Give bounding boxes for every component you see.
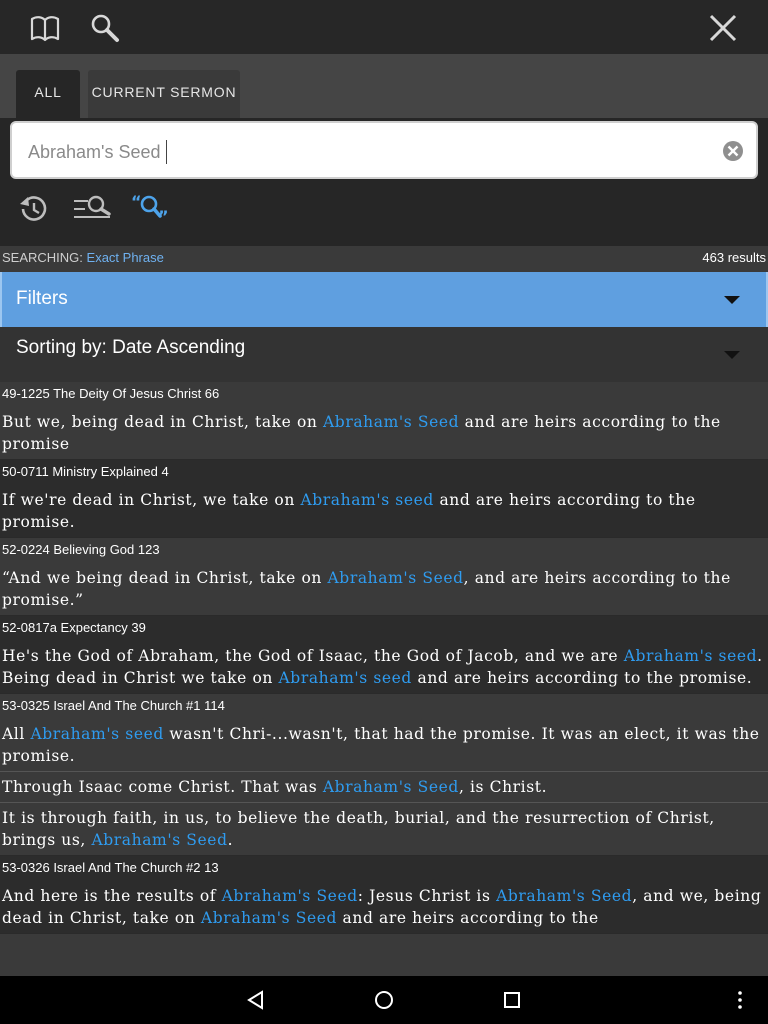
paragraph-text: and are heirs according to the promise.: [411, 669, 753, 687]
text-cursor: [166, 140, 167, 164]
paragraph-text: .: [227, 831, 234, 849]
search-highlight: Abraham's Seed: [323, 413, 460, 431]
search-panel: “ ”: [0, 118, 768, 246]
paragraph-text: and are heirs according to the: [337, 909, 599, 927]
result-paragraph: All Abraham's seed wasn't Chri-...wasn't…: [0, 717, 768, 771]
paragraph-text: He's the God of Abraham, the God of Isaa…: [2, 647, 624, 665]
tab-current-sermon[interactable]: CURRENT SERMON: [88, 70, 240, 118]
filters-label: Filters: [16, 288, 68, 309]
search-icon[interactable]: [89, 12, 121, 44]
overflow-menu-icon[interactable]: [729, 989, 751, 1011]
result-reference: 52-0224 Believing God 123: [2, 542, 160, 557]
search-mode-link[interactable]: Exact Phrase: [87, 250, 164, 265]
result-item[interactable]: 52-0817a Expectancy 39 He's the God of Ab…: [0, 616, 768, 694]
result-reference: 52-0817a Expectancy 39: [2, 620, 146, 635]
paragraph-text: All: [2, 725, 31, 743]
search-highlight: Abraham's Seed: [327, 569, 464, 587]
search-highlight: Abraham's Seed: [496, 887, 633, 905]
searching-status: SEARCHING: Exact Phrase: [2, 246, 164, 270]
search-options-icon[interactable]: [72, 192, 112, 226]
result-reference: 53-0326 Israel And The Church #2 13: [2, 860, 219, 875]
sorting-label: Sorting by: Date Ascending: [16, 337, 246, 358]
tab-all[interactable]: ALL: [16, 70, 80, 118]
search-highlight: Abraham's seed: [278, 669, 412, 687]
filters-dropdown[interactable]: Filters: [0, 272, 768, 327]
result-item[interactable]: 53-0325 Israel And The Church #1 114 All …: [0, 694, 768, 856]
result-item[interactable]: 53-0326 Israel And The Church #2 13 And h…: [0, 856, 768, 934]
results-list: 49-1225 The Deity Of Jesus Christ 66 But …: [0, 382, 768, 976]
result-paragraph: He's the God of Abraham, the God of Isaa…: [0, 639, 768, 693]
home-icon[interactable]: [373, 989, 395, 1011]
result-reference: 53-0325 Israel And The Church #1 114: [2, 698, 225, 713]
searching-label: SEARCHING:: [2, 250, 83, 265]
result-paragraph: And here is the results of Abraham's See…: [0, 879, 768, 933]
search-highlight: Abraham's seed: [623, 647, 758, 665]
results-count: 463 results: [702, 250, 766, 265]
chevron-down-icon: [724, 351, 740, 359]
back-icon[interactable]: [245, 989, 267, 1011]
result-paragraph: “And we being dead in Christ, take on Ab…: [0, 561, 768, 615]
system-nav-bar: [0, 976, 768, 1024]
search-highlight: Abraham's Seed: [91, 831, 228, 849]
paragraph-text: If we're dead in Christ, we take on: [2, 491, 301, 509]
paragraph-text: , is Christ.: [458, 778, 548, 796]
search-box: [10, 121, 758, 179]
chevron-down-icon: [724, 296, 740, 304]
paragraph-text: But we, being dead in Christ, take on: [2, 413, 324, 431]
result-item[interactable]: 49-1225 The Deity Of Jesus Christ 66 But …: [0, 382, 768, 460]
sorting-dropdown[interactable]: Sorting by: Date Ascending: [0, 327, 768, 382]
result-paragraph: If we're dead in Christ, we take on Abra…: [0, 483, 768, 537]
result-reference: 49-1225 The Deity Of Jesus Christ 66: [2, 386, 220, 401]
recents-icon[interactable]: [501, 989, 523, 1011]
tab-bar: ALL CURRENT SERMON: [0, 54, 768, 118]
search-highlight: Abraham's Seed: [221, 887, 358, 905]
paragraph-text: : Jesus Christ is: [357, 887, 497, 905]
search-highlight: Abraham's Seed: [322, 778, 459, 796]
search-highlight: Abraham's seed: [30, 725, 164, 743]
search-highlight: Abraham's seed: [300, 491, 434, 509]
result-reference: 50-0711 Ministry Explained 4: [2, 464, 169, 479]
paragraph-text: Through Isaac come Christ. That was: [2, 778, 323, 796]
book-icon[interactable]: [29, 12, 61, 44]
result-paragraph: Through Isaac come Christ. That was Abra…: [0, 771, 768, 802]
search-highlight: Abraham's Seed: [200, 909, 338, 927]
svg-text:“: “: [131, 192, 142, 211]
exact-phrase-search-icon[interactable]: “ ”: [130, 192, 170, 226]
result-item[interactable]: 50-0711 Ministry Explained 4 If we're dea…: [0, 460, 768, 538]
result-paragraph: But we, being dead in Christ, take on Ab…: [0, 405, 768, 459]
history-icon[interactable]: [16, 192, 56, 226]
close-icon[interactable]: [707, 12, 739, 44]
svg-text:”: ”: [158, 207, 169, 226]
result-item[interactable]: 52-0224 Believing God 123 “And we being d…: [0, 538, 768, 616]
result-paragraph: It is through faith, in us, to believe t…: [0, 802, 768, 855]
clear-circle-icon[interactable]: [722, 140, 744, 162]
paragraph-text: And here is the results of: [2, 887, 222, 905]
paragraph-text: “And we being dead in Christ, take on: [2, 569, 328, 587]
search-status-row: SEARCHING: Exact Phrase 463 results: [0, 246, 768, 272]
top-app-bar: [0, 0, 768, 54]
search-input[interactable]: [26, 134, 710, 170]
